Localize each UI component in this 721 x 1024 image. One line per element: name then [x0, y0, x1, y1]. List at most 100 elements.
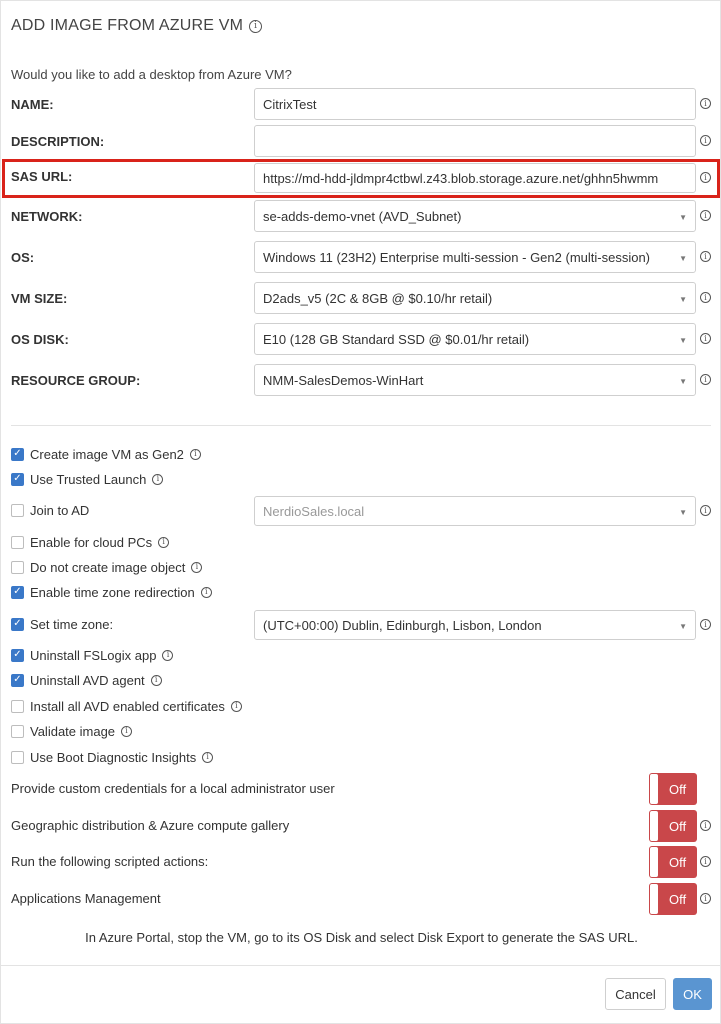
resource-group-label: RESOURCE GROUP:	[11, 373, 141, 388]
checkmark-icon: ✓	[13, 618, 22, 629]
toggle-row-custom-credentials: Provide custom credentials for a local a…	[11, 773, 721, 805]
info-icon[interactable]: i	[700, 251, 711, 262]
checkbox-unchecked[interactable]	[11, 750, 24, 764]
option-cloud-pcs[interactable]: Enable for cloud PCs i	[11, 531, 170, 553]
info-icon[interactable]: i	[189, 448, 201, 460]
checkbox-unchecked[interactable]	[11, 699, 24, 713]
info-icon[interactable]: i	[202, 751, 214, 763]
option-trusted-launch[interactable]: ✓ Use Trusted Launch i	[11, 468, 164, 490]
geo-distribution-toggle[interactable]: Off	[649, 810, 697, 842]
os-disk-label: OS DISK:	[11, 332, 69, 347]
info-icon[interactable]: i	[700, 210, 711, 221]
option-avd-certificates[interactable]: Install all AVD enabled certificates i	[11, 695, 242, 717]
toggle-knob	[650, 847, 658, 877]
vm-size-select[interactable]: D2ads_v5 (2C & 8GB @ $0.10/hr retail) ▼	[254, 282, 696, 314]
info-icon[interactable]: i	[700, 505, 711, 516]
option-label: Validate image	[30, 723, 116, 739]
dialog-title: ADD IMAGE FROM AZURE VM i	[11, 17, 263, 35]
checkmark-icon: ✓	[13, 473, 22, 484]
option-uninstall-avd-agent[interactable]: ✓ Uninstall AVD agent i	[11, 669, 162, 691]
info-icon[interactable]: i	[700, 856, 711, 867]
checkbox-checked[interactable]: ✓	[11, 447, 24, 461]
caret-down-icon: ▼	[679, 336, 687, 345]
info-icon[interactable]: i	[230, 700, 242, 712]
network-value: se-adds-demo-vnet (AVD_Subnet)	[263, 208, 462, 224]
ad-domain-value: NerdioSales.local	[263, 503, 365, 519]
checkbox-unchecked[interactable]	[11, 560, 24, 574]
network-select[interactable]: se-adds-demo-vnet (AVD_Subnet) ▼	[254, 200, 696, 232]
dialog-title-text: ADD IMAGE FROM AZURE VM	[11, 17, 244, 34]
option-validate-image[interactable]: Validate image i	[11, 720, 133, 742]
os-disk-row: OS DISK: E10 (128 GB Standard SSD @ $0.0…	[1, 323, 721, 357]
option-label: Do not create image object	[30, 559, 186, 575]
checkbox-checked[interactable]: ✓	[11, 472, 24, 486]
option-gen2[interactable]: ✓ Create image VM as Gen2 i	[11, 443, 201, 465]
name-row: NAME: CitrixTest i	[1, 88, 721, 122]
option-no-image-object[interactable]: Do not create image object i	[11, 556, 203, 578]
info-icon[interactable]: i	[700, 820, 711, 831]
option-uninstall-fslogix[interactable]: ✓ Uninstall FSLogix app i	[11, 644, 174, 666]
info-icon[interactable]: i	[700, 619, 711, 630]
os-disk-select[interactable]: E10 (128 GB Standard SSD @ $0.01/hr reta…	[254, 323, 696, 355]
info-icon[interactable]: i	[121, 725, 133, 737]
ok-button[interactable]: OK	[673, 978, 712, 1010]
info-icon[interactable]: i	[191, 561, 203, 573]
option-set-timezone[interactable]: ✓ Set time zone:	[11, 613, 113, 635]
info-icon[interactable]: i	[200, 586, 212, 598]
cancel-button[interactable]: Cancel	[605, 978, 666, 1010]
toggle-label: Provide custom credentials for a local a…	[11, 781, 335, 796]
toggle-state: Off	[669, 854, 687, 870]
info-icon[interactable]: i	[700, 893, 711, 904]
toggle-row-geo-distribution: Geographic distribution & Azure compute …	[11, 810, 721, 842]
timezone-select[interactable]: (UTC+00:00) Dublin, Edinburgh, Lisbon, L…	[254, 610, 696, 640]
option-label: Enable time zone redirection	[30, 584, 195, 600]
caret-down-icon: ▼	[679, 377, 687, 386]
caret-down-icon: ▼	[679, 295, 687, 304]
checkbox-checked[interactable]: ✓	[11, 673, 24, 687]
checkbox-checked[interactable]: ✓	[11, 648, 24, 662]
info-icon[interactable]: i	[162, 649, 174, 661]
checkbox-checked[interactable]: ✓	[11, 585, 24, 599]
resource-group-value: NMM-SalesDemos-WinHart	[263, 372, 424, 388]
checkbox-unchecked[interactable]	[11, 503, 24, 517]
add-image-dialog: ADD IMAGE FROM AZURE VM i Would you like…	[0, 0, 721, 1024]
vm-size-label: VM SIZE:	[11, 291, 68, 306]
checkmark-icon: ✓	[13, 448, 22, 459]
os-value: Windows 11 (23H2) Enterprise multi-sessi…	[263, 249, 650, 265]
option-tz-redirection[interactable]: ✓ Enable time zone redirection i	[11, 581, 212, 603]
vm-size-value: D2ads_v5 (2C & 8GB @ $0.10/hr retail)	[263, 290, 493, 306]
network-label: NETWORK:	[11, 209, 83, 224]
info-icon[interactable]: i	[700, 135, 711, 146]
toggle-row-apps-management: Applications Management Off i	[11, 883, 721, 915]
info-icon[interactable]: i	[700, 374, 711, 385]
checkmark-icon: ✓	[13, 674, 22, 685]
os-disk-value: E10 (128 GB Standard SSD @ $0.01/hr reta…	[263, 331, 530, 347]
info-icon[interactable]: i	[700, 333, 711, 344]
option-join-ad[interactable]: Join to AD	[11, 499, 89, 521]
dialog-subtitle: Would you like to add a desktop from Azu…	[11, 67, 292, 82]
toggle-state: Off	[669, 891, 687, 907]
apps-management-toggle[interactable]: Off	[649, 883, 697, 915]
info-icon[interactable]: i	[700, 292, 711, 303]
sas-url-highlight-box	[2, 159, 720, 198]
info-icon[interactable]: i	[158, 536, 170, 548]
checkbox-unchecked[interactable]	[11, 535, 24, 549]
custom-credentials-toggle[interactable]: Off	[649, 773, 697, 805]
description-input[interactable]	[254, 125, 696, 157]
info-icon[interactable]: i	[700, 98, 711, 109]
caret-down-icon: ▼	[679, 622, 687, 631]
description-row: DESCRIPTION: i	[1, 125, 721, 159]
resource-group-select[interactable]: NMM-SalesDemos-WinHart ▼	[254, 364, 696, 396]
name-input[interactable]: CitrixTest	[254, 88, 696, 120]
info-icon[interactable]: i	[249, 19, 263, 33]
info-icon[interactable]: i	[152, 473, 164, 485]
checkbox-unchecked[interactable]	[11, 724, 24, 738]
caret-down-icon: ▼	[679, 213, 687, 222]
os-select[interactable]: Windows 11 (23H2) Enterprise multi-sessi…	[254, 241, 696, 273]
toggle-state: Off	[669, 818, 687, 834]
scripted-actions-toggle[interactable]: Off	[649, 846, 697, 878]
option-boot-diagnostics[interactable]: Use Boot Diagnostic Insights i	[11, 746, 214, 768]
info-icon[interactable]: i	[150, 674, 162, 686]
footer-divider	[1, 965, 721, 966]
checkbox-checked[interactable]: ✓	[11, 617, 24, 631]
